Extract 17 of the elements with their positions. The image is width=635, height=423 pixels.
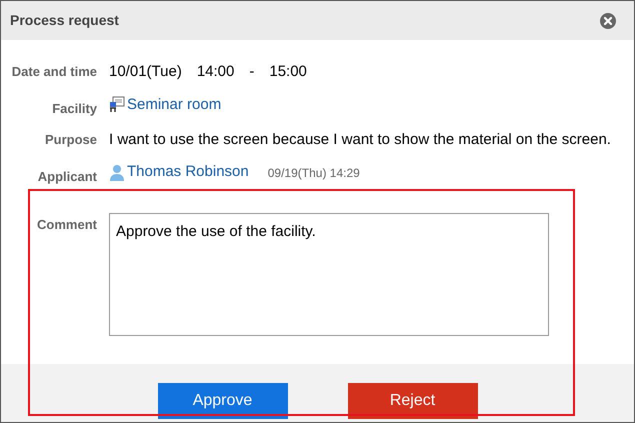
approve-button[interactable]: Approve bbox=[158, 382, 288, 418]
comment-field[interactable]: Approve the use of the facility. bbox=[109, 212, 549, 336]
field-value: I want to use the screen because I want to show the material on the screen. bbox=[109, 130, 611, 150]
user-link[interactable]: Thomas Robinson bbox=[127, 161, 249, 184]
field-value: 10/01(Tue) 14:00 - 15:00 bbox=[109, 62, 307, 82]
field-label: Applicant bbox=[36, 168, 97, 186]
field-label: Date and time bbox=[10, 63, 97, 81]
field-label: Facility bbox=[51, 100, 97, 118]
facility-link[interactable]: Seminar room bbox=[127, 94, 222, 116]
close-icon[interactable] bbox=[600, 12, 616, 28]
reject-button[interactable]: Reject bbox=[348, 382, 478, 418]
field-label: Purpose bbox=[44, 130, 97, 149]
user-icon bbox=[109, 164, 125, 181]
timestamp: 09/19(Thu) 14:29 bbox=[268, 164, 360, 182]
facility-icon bbox=[109, 96, 125, 114]
comment-label: Comment bbox=[36, 216, 97, 234]
dialog-title: Process request bbox=[10, 11, 119, 30]
